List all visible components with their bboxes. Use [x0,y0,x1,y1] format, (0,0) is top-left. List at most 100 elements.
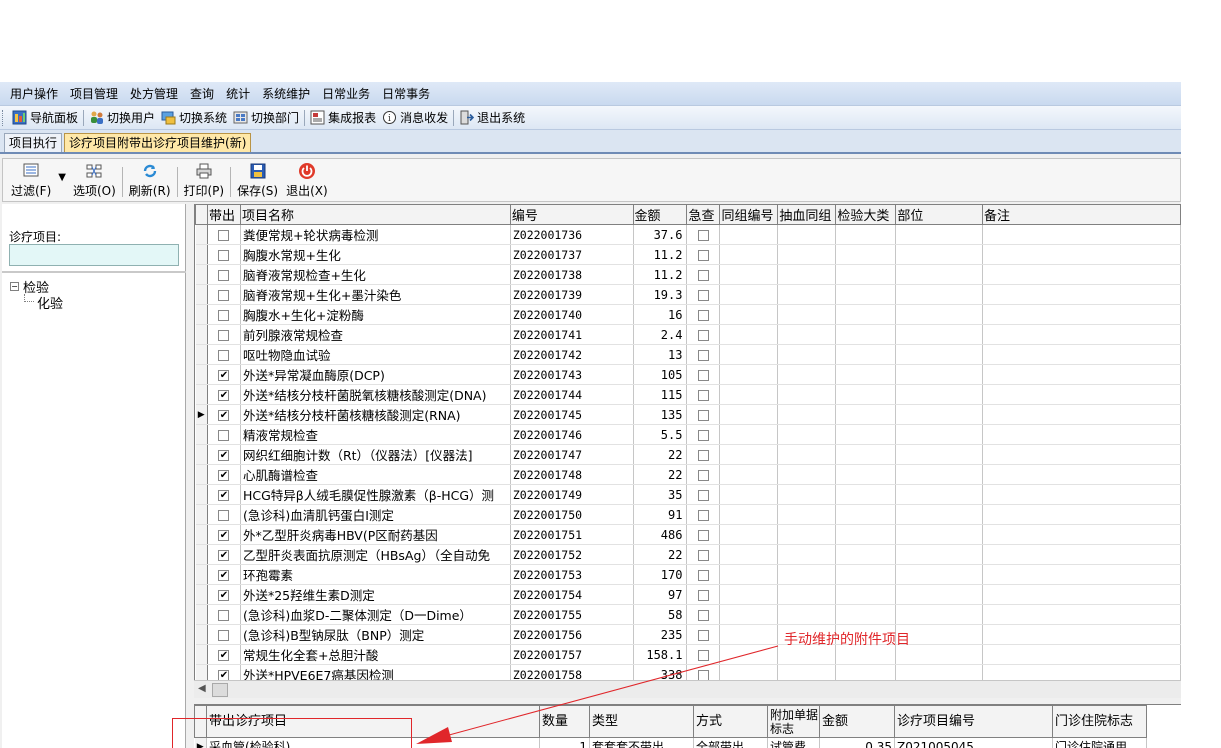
item-name-cell[interactable]: 呕吐物隐血试验 [240,344,511,365]
table-row[interactable]: ▶ ✔ 外送*结核分枝杆菌核糖核酸测定(RNA) Z022001745 135 [195,404,1181,425]
message-button[interactable]: i 消息收发 [379,107,451,129]
urgent-checkbox[interactable] [686,484,721,505]
unchecked-checkbox-icon[interactable] [697,310,709,321]
column-header[interactable]: 检验大类 [835,204,897,225]
remark-cell[interactable] [982,484,1181,505]
unchecked-checkbox-icon[interactable] [697,650,709,661]
collapse-icon[interactable]: − [10,281,19,291]
item-name-cell[interactable]: 环孢霉素 [240,564,511,585]
remark-cell[interactable] [982,364,1181,385]
switch-department-button[interactable]: 切换部门 [230,107,302,129]
item-name-cell[interactable]: 网织红细胞计数（Rt）（仪器法）[仪器法] [240,444,511,465]
lab-category-cell[interactable] [835,504,897,525]
urgent-checkbox[interactable] [686,304,721,325]
group-code-cell[interactable] [719,224,779,245]
item-code-cell[interactable]: Z022001750 [510,504,634,525]
item-name-cell[interactable]: (急诊科)血清肌钙蛋白I测定 [240,504,511,525]
urgent-checkbox[interactable] [686,364,721,385]
table-row[interactable]: 精液常规检查 Z022001746 5.5 [195,424,1181,445]
tab-project-execution[interactable]: 项目执行 [4,133,63,152]
urgent-checkbox[interactable] [686,464,721,485]
checked-checkbox-icon[interactable]: ✔ [218,650,230,661]
blood-group-cell[interactable] [777,484,837,505]
checked-checkbox-icon[interactable]: ✔ [218,550,230,561]
carry-out-checkbox[interactable] [207,264,241,285]
item-name-cell[interactable]: 脑脊液常规+生化+墨汁染色 [240,284,511,305]
scroll-left-icon[interactable]: ◀ [198,683,206,694]
table-row[interactable]: (急诊科)血清肌钙蛋白I测定 Z022001750 91 [195,504,1181,525]
body-part-cell[interactable] [895,564,983,585]
save-button[interactable]: 保存(S) [233,161,282,201]
carry-out-checkbox[interactable]: ✔ [207,404,241,425]
item-name-cell[interactable]: 胸腹水常规+生化 [240,244,511,265]
item-name-cell[interactable]: HCG特异β人绒毛膜促性腺激素（β-HCG）测 [240,484,511,505]
group-code-cell[interactable] [719,504,779,525]
unchecked-checkbox-icon[interactable] [218,290,230,301]
attached-item-code[interactable]: Z021005045 [894,737,1053,748]
item-name-cell[interactable]: 胸腹水+生化+淀粉酶 [240,304,511,325]
urgent-checkbox[interactable] [686,664,721,680]
table-row[interactable]: ✔ 外送*HPVE6E7癌基因检测 Z022001758 338 [195,664,1181,680]
unchecked-checkbox-icon[interactable] [218,250,230,261]
lab-category-cell[interactable] [835,544,897,565]
group-code-cell[interactable] [719,444,779,465]
carry-out-checkbox[interactable]: ✔ [207,524,241,545]
urgent-checkbox[interactable] [686,624,721,645]
unchecked-checkbox-icon[interactable] [697,450,709,461]
item-name-cell[interactable]: 前列腺液常规检查 [240,324,511,345]
table-row[interactable]: 前列腺液常规检查 Z022001741 2.4 [195,324,1181,345]
item-code-cell[interactable]: Z022001746 [510,424,634,445]
unchecked-checkbox-icon[interactable] [218,630,230,641]
switch-user-button[interactable]: 切换用户 [86,107,158,129]
attached-item-type[interactable]: 套套套不带出 [589,737,694,748]
item-code-cell[interactable]: Z022001738 [510,264,634,285]
unchecked-checkbox-icon[interactable] [697,590,709,601]
body-part-cell[interactable] [895,544,983,565]
table-row[interactable]: (急诊科)血浆D-二聚体测定（D一Dime） Z022001755 58 [195,604,1181,625]
body-part-cell[interactable] [895,264,983,285]
remark-cell[interactable] [982,584,1181,605]
item-amount-cell[interactable]: 135 [633,404,688,425]
blood-group-cell[interactable] [777,324,837,345]
blood-group-cell[interactable] [777,384,837,405]
body-part-cell[interactable] [895,424,983,445]
remark-cell[interactable] [982,264,1181,285]
item-name-cell[interactable]: 外送*结核分枝杆菌脱氧核糖核酸测定(DNA) [240,384,511,405]
table-row[interactable]: 胸腹水+生化+淀粉酶 Z022001740 16 [195,304,1181,325]
carry-out-checkbox[interactable]: ✔ [207,484,241,505]
table-row[interactable]: ✔ 外送*25羟维生素D测定 Z022001754 97 [195,584,1181,605]
remark-cell[interactable] [982,664,1181,680]
item-search-input[interactable] [9,244,179,266]
lab-category-cell[interactable] [835,404,897,425]
checked-checkbox-icon[interactable]: ✔ [218,410,230,421]
body-part-cell[interactable] [895,284,983,305]
table-row[interactable]: ✔ 网织红细胞计数（Rt）（仪器法）[仪器法] Z022001747 22 [195,444,1181,465]
body-part-cell[interactable] [895,504,983,525]
unchecked-checkbox-icon[interactable] [218,330,230,341]
blood-group-cell[interactable] [777,564,837,585]
item-code-cell[interactable]: Z022001757 [510,644,634,665]
checked-checkbox-icon[interactable]: ✔ [218,590,230,601]
carry-out-checkbox[interactable]: ✔ [207,664,241,680]
attached-item-quantity[interactable]: 1 [539,737,590,748]
item-amount-cell[interactable]: 105 [633,364,688,385]
lab-category-cell[interactable] [835,284,897,305]
body-part-cell[interactable] [895,224,983,245]
unchecked-checkbox-icon[interactable] [697,490,709,501]
item-code-cell[interactable]: Z022001749 [510,484,634,505]
column-header[interactable]: 带出 [206,204,241,225]
group-code-cell[interactable] [719,464,779,485]
unchecked-checkbox-icon[interactable] [697,530,709,541]
table-row[interactable]: ✔ 心肌酶谱检查 Z022001748 22 [195,464,1181,485]
blood-group-cell[interactable] [777,344,837,365]
menu-system-maintenance[interactable]: 系统维护 [256,82,316,106]
item-name-cell[interactable]: 外*乙型肝炎病毒HBV(P区耐药基因 [240,524,511,545]
body-part-cell[interactable] [895,364,983,385]
table-row[interactable]: (急诊科)B型钠尿肽（BNP）测定 Z022001756 235 [195,624,1181,645]
blood-group-cell[interactable] [777,444,837,465]
unchecked-checkbox-icon[interactable] [218,430,230,441]
column-header[interactable]: 类型 [589,705,694,738]
unchecked-checkbox-icon[interactable] [697,630,709,641]
switch-system-button[interactable]: 切换系统 [158,107,230,129]
exit-button[interactable]: 退出(X) [282,161,332,201]
